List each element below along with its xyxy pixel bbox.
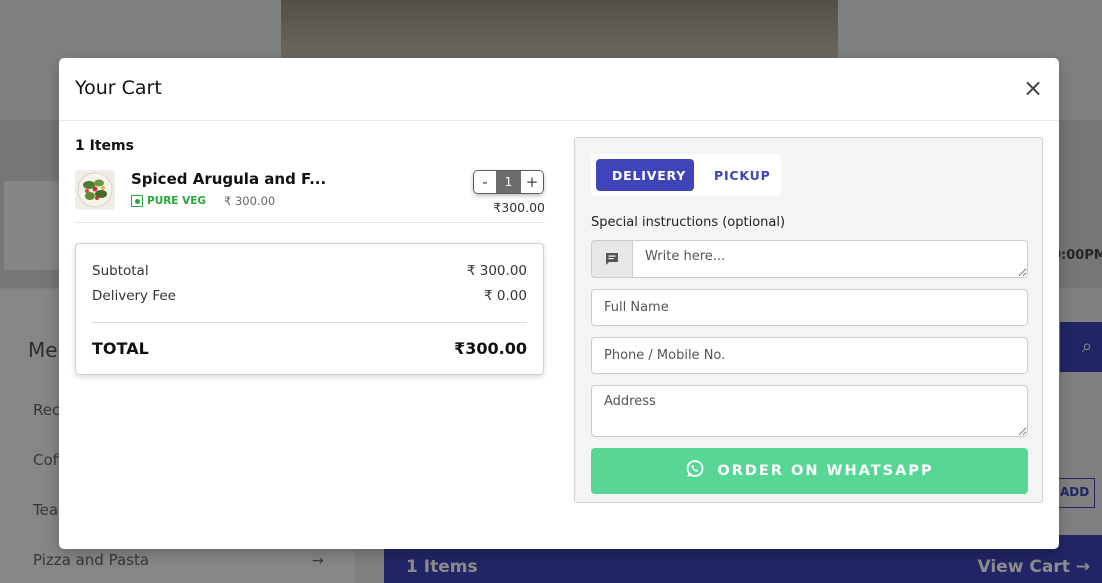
full-name-field[interactable]	[591, 289, 1028, 326]
quantity-value: 1	[496, 171, 521, 193]
order-summary: Subtotal ₹ 300.00 Delivery Fee ₹ 0.00 TO…	[75, 243, 544, 375]
delivery-fee-row: Delivery Fee ₹ 0.00	[92, 288, 527, 304]
veg-icon	[131, 195, 143, 207]
delivery-fee-label: Delivery Fee	[92, 288, 176, 304]
phone-field[interactable]	[591, 337, 1028, 374]
whatsapp-icon	[685, 459, 705, 483]
item-line-total: ₹300.00	[493, 200, 545, 215]
veg-label: PURE VEG	[147, 195, 207, 207]
order-on-whatsapp-button[interactable]: ORDER ON WHATSAPP	[591, 448, 1028, 494]
cart-item: Spiced Arugula and F... PURE VEG ₹ 300.0…	[75, 168, 545, 223]
comment-icon	[591, 240, 632, 278]
subtotal-value: ₹ 300.00	[466, 263, 527, 279]
modal-title: Your Cart	[75, 77, 162, 99]
close-button[interactable]: ×	[1021, 74, 1045, 102]
subtotal-label: Subtotal	[92, 263, 149, 279]
increase-quantity-button[interactable]: +	[521, 171, 543, 193]
summary-divider	[92, 322, 527, 323]
delivery-fee-value: ₹ 0.00	[484, 288, 527, 304]
order-button-label: ORDER ON WHATSAPP	[717, 463, 934, 479]
instructions-field[interactable]	[632, 240, 1028, 278]
instructions-group	[591, 240, 1028, 278]
tab-delivery[interactable]: DELIVERY	[596, 159, 694, 191]
total-row: TOTAL ₹300.00	[92, 339, 527, 358]
item-unit-price: ₹ 300.00	[224, 194, 276, 208]
total-label: TOTAL	[92, 339, 149, 358]
total-value: ₹300.00	[454, 339, 527, 358]
instructions-label: Special instructions (optional)	[591, 215, 786, 230]
decrease-quantity-button[interactable]: -	[474, 171, 496, 193]
items-count: 1 Items	[75, 138, 134, 154]
veg-badge: PURE VEG	[131, 195, 206, 207]
cart-modal: Your Cart × 1 Items Spiced Arugula and F…	[59, 58, 1059, 549]
quantity-stepper: - 1 +	[473, 170, 544, 194]
subtotal-row: Subtotal ₹ 300.00	[92, 263, 527, 279]
address-field[interactable]	[591, 385, 1028, 437]
order-mode-tabs: DELIVERY PICKUP	[591, 154, 781, 196]
item-name[interactable]: Spiced Arugula and F...	[131, 170, 326, 188]
modal-header: Your Cart ×	[59, 58, 1059, 121]
tab-pickup[interactable]: PICKUP	[698, 159, 787, 191]
item-image	[75, 170, 115, 210]
order-form: DELIVERY PICKUP Special instructions (op…	[574, 137, 1043, 503]
